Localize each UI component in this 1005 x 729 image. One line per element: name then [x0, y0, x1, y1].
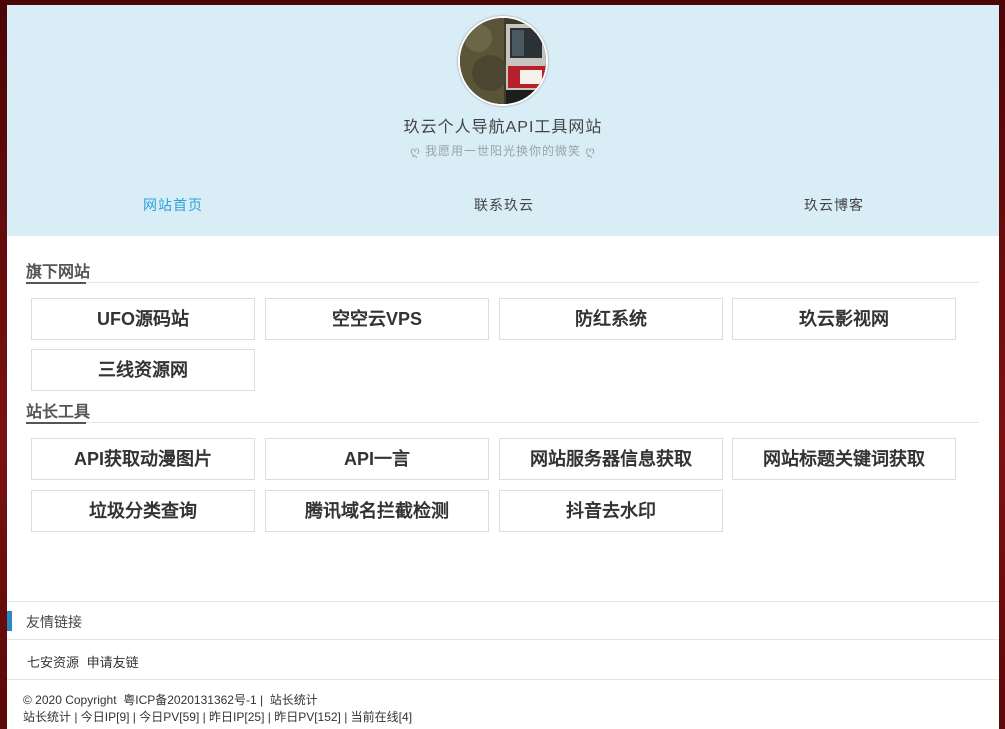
friends-title: 友情链接	[26, 614, 82, 630]
section-title-tools: 站长工具	[26, 404, 91, 421]
site-card-ufo[interactable]: UFO源码站	[31, 298, 255, 340]
stats-link[interactable]: 站长统计	[270, 693, 318, 707]
hero-header: 玖云个人导航API工具网站 ღ 我愿用一世阳光换你的微笑 ღ 网站首页 联系玖云…	[7, 5, 999, 236]
nav-item-blog[interactable]: 玖云博客	[734, 195, 934, 215]
nav-item-home[interactable]: 网站首页	[73, 195, 273, 215]
tool-card-server-info[interactable]: 网站服务器信息获取	[499, 438, 723, 480]
friend-links: 七安资源 申请友链	[27, 652, 143, 671]
tool-card-title-keywords[interactable]: 网站标题关键词获取	[732, 438, 956, 480]
section-divider	[26, 282, 979, 284]
separator: |	[260, 693, 264, 707]
friends-header: 友情链接	[7, 608, 999, 634]
avatar-photo-icon	[460, 18, 546, 104]
footer-copyright: © 2020 Copyright 粤ICP备2020131362号-1 | 站长…	[23, 691, 318, 708]
main-nav: 网站首页 联系玖云 玖云博客	[7, 195, 999, 217]
friend-link-qian[interactable]: 七安资源	[27, 655, 79, 670]
site-card-resources[interactable]: 三线资源网	[31, 349, 255, 391]
divider	[7, 639, 999, 640]
page-frame: 玖云个人导航API工具网站 ღ 我愿用一世阳光换你的微笑 ღ 网站首页 联系玖云…	[7, 5, 999, 729]
tool-card-hitokoto-api[interactable]: API一言	[265, 438, 489, 480]
site-subtitle: ღ 我愿用一世阳光换你的微笑 ღ	[410, 144, 596, 158]
copyright-text: © 2020 Copyright	[23, 693, 117, 707]
apply-friend-link[interactable]: 申请友链	[87, 655, 139, 670]
tool-card-anime-api[interactable]: API获取动漫图片	[31, 438, 255, 480]
section-title-sites: 旗下网站	[26, 264, 91, 281]
tool-card-douyin-watermark[interactable]: 抖音去水印	[499, 490, 723, 532]
icp-link[interactable]: 粤ICP备2020131362号-1	[123, 693, 256, 707]
section-divider	[26, 422, 979, 424]
site-card-vps[interactable]: 空空云VPS	[265, 298, 489, 340]
site-card-movies[interactable]: 玖云影视网	[732, 298, 956, 340]
accent-bar	[7, 611, 12, 631]
tool-card-garbage-sort[interactable]: 垃圾分类查询	[31, 490, 255, 532]
divider	[7, 679, 999, 680]
avatar[interactable]	[458, 16, 548, 106]
divider	[7, 601, 999, 602]
site-title: 玖云个人导航API工具网站	[403, 119, 603, 136]
site-card-fanghong[interactable]: 防红系统	[499, 298, 723, 340]
nav-item-contact[interactable]: 联系玖云	[404, 195, 604, 215]
tool-card-domain-check[interactable]: 腾讯域名拦截检测	[265, 490, 489, 532]
footer-stats: 站长统计 | 今日IP[9] | 今日PV[59] | 昨日IP[25] | 昨…	[23, 710, 413, 724]
